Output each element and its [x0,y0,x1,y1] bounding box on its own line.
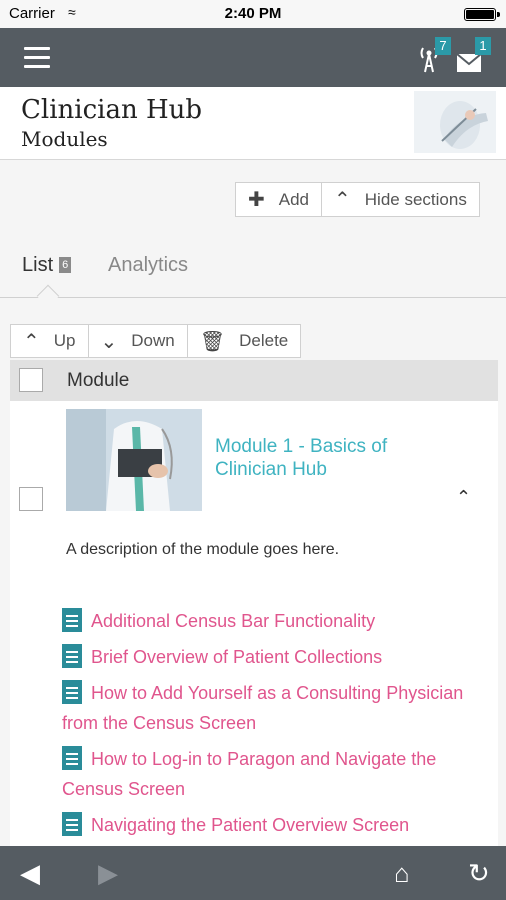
tab-list[interactable]: List 6 [22,254,72,277]
link-text: Additional Census Bar Functionality [91,611,376,631]
page-subtitle: Modules [21,127,108,151]
delete-label: Delete [239,331,289,350]
chevron-up-icon: ⌃ [23,330,40,353]
hide-sections-label: Hide sections [364,189,467,209]
top-bar: 7 1 [0,28,506,87]
module-description: A description of the module goes here. [66,541,340,558]
list-item[interactable]: Brief Overview of Patient Collections [62,642,482,672]
document-icon [62,644,82,668]
module-link-list: Additional Census Bar Functionality Brie… [62,606,482,846]
status-bar: Carrier ≈ 2:40 PM [0,0,506,28]
antenna-button[interactable]: 7 [414,37,451,74]
plus-icon: ✚ [248,189,265,211]
header-image [414,91,496,153]
document-icon [62,608,82,632]
trash-icon: 🗑 [199,330,226,353]
link-text: How to Log-in to Paragon and Navigate th… [62,749,437,799]
page-header: Clinician Hub Modules [0,87,506,160]
move-up-button[interactable]: ⌃ Up [10,324,89,358]
home-icon[interactable]: ⌂ [394,858,410,889]
mail-button[interactable]: 1 [454,37,491,74]
table-row: Module 1 - Basics of Clinician Hub ⌃ A d… [10,401,498,846]
hide-sections-button[interactable]: ⌃ Hide sections [322,182,480,217]
forward-icon[interactable]: ▶ [98,858,118,889]
battery-icon [464,8,500,21]
chevron-up-icon: ⌃ [334,189,351,211]
list-item[interactable]: How to Add Yourself as a Consulting Phys… [62,678,482,738]
list-item[interactable]: How to Log-in to Paragon and Navigate th… [62,744,482,804]
link-text: Brief Overview of Patient Collections [91,647,383,667]
select-all-checkbox[interactable] [19,368,43,392]
back-icon[interactable]: ◀ [20,858,40,889]
document-icon [62,680,82,704]
document-icon [62,812,82,836]
up-label: Up [53,331,76,350]
list-item[interactable]: Navigating the Patient Overview Screen [62,810,482,840]
list-item[interactable]: Additional Census Bar Functionality [62,606,482,636]
add-label: Add [278,189,310,209]
clock: 2:40 PM [224,5,282,22]
antenna-badge: 7 [435,37,451,55]
add-button[interactable]: ✚ Add [235,182,323,217]
tab-bar: List 6 Analytics [0,248,506,308]
move-down-button[interactable]: ⌄ Down [88,324,188,358]
link-text: How to Add Yourself as a Consulting Phys… [62,683,464,733]
delete-button[interactable]: 🗑 Delete [187,324,302,358]
table-header: Module [10,360,498,401]
document-icon [62,746,82,770]
refresh-icon[interactable]: ↻ [468,858,490,889]
list-count-badge: 6 [59,257,72,273]
row-toolbar: ⌃ Up ⌄ Down 🗑 Delete [10,324,302,358]
row-checkbox[interactable] [19,487,43,511]
tab-list-label: List [22,254,54,276]
tab-analytics[interactable]: Analytics [108,254,188,277]
link-text: Navigating the Patient Overview Screen [91,815,410,835]
page-title: Clinician Hub [21,95,203,125]
chevron-down-icon: ⌄ [100,330,118,353]
hamburger-icon[interactable] [24,47,50,68]
collapse-chevron-icon[interactable]: ⌃ [456,487,471,508]
module-title-link[interactable]: Module 1 - Basics of Clinician Hub [215,435,435,481]
module-thumbnail [66,409,202,511]
column-module: Module [67,370,130,391]
bottom-bar: ◀ ▶ ⌂ ↻ [0,846,506,900]
down-label: Down [131,331,175,350]
header-actions: ✚ Add ⌃ Hide sections [235,182,480,217]
mail-badge: 1 [475,37,491,55]
